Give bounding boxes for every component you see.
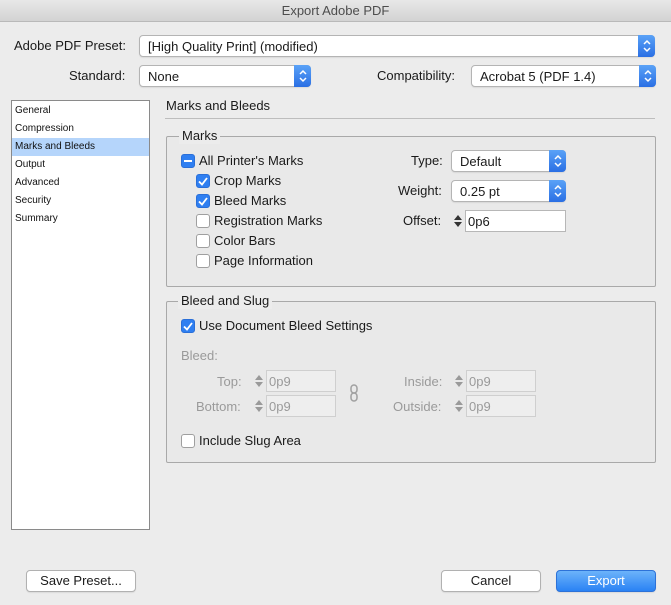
registration-marks-label: Registration Marks xyxy=(214,213,323,228)
use-document-bleed-checkbox[interactable] xyxy=(181,319,195,333)
chevron-updown-icon xyxy=(549,180,566,202)
offset-label: Offset: xyxy=(403,213,442,228)
bottom-label: Bottom: xyxy=(196,399,241,414)
bottom-value: 0p9 xyxy=(269,399,291,414)
standard-value: None xyxy=(148,69,180,84)
type-value: Default xyxy=(460,154,502,169)
crop-marks-checkbox[interactable] xyxy=(196,174,210,188)
chevron-updown-icon xyxy=(638,35,655,57)
sidebar: General Compression Marks and Bleeds Out… xyxy=(11,100,150,530)
chevron-updown-icon xyxy=(549,150,566,172)
include-slug-checkbox[interactable] xyxy=(181,434,195,448)
weight-value: 0.25 pt xyxy=(460,184,500,199)
preset-select[interactable]: [High Quality Print] (modified) xyxy=(139,35,655,57)
offset-field[interactable]: 0p6 xyxy=(465,210,566,232)
outside-value: 0p9 xyxy=(469,399,491,414)
all-printers-marks-label: All Printer's Marks xyxy=(199,153,304,168)
inside-label: Inside: xyxy=(404,374,443,389)
bottom-stepper[interactable] xyxy=(253,396,265,416)
top-label: Top: xyxy=(217,374,242,389)
standard-label: Standard: xyxy=(69,68,126,83)
sidebar-item-advanced[interactable]: Advanced xyxy=(12,174,149,192)
all-printers-marks-checkbox[interactable] xyxy=(181,154,195,168)
use-document-bleed-label: Use Document Bleed Settings xyxy=(199,318,373,333)
outside-field[interactable]: 0p9 xyxy=(466,395,536,417)
top-value: 0p9 xyxy=(269,374,291,389)
type-label: Type: xyxy=(411,153,443,168)
compatibility-select[interactable]: Acrobat 5 (PDF 1.4) xyxy=(471,65,656,87)
sidebar-item-summary[interactable]: Summary xyxy=(12,210,149,228)
inside-field[interactable]: 0p9 xyxy=(466,370,536,392)
registration-marks-checkbox[interactable] xyxy=(196,214,210,228)
standard-select[interactable]: None xyxy=(139,65,311,87)
chevron-updown-icon xyxy=(294,65,311,87)
bleed-label: Bleed: xyxy=(181,348,218,363)
inside-value: 0p9 xyxy=(469,374,491,389)
export-button[interactable]: Export xyxy=(556,570,656,592)
panel-title: Marks and Bleeds xyxy=(166,98,271,113)
save-preset-button[interactable]: Save Preset... xyxy=(26,570,136,592)
sidebar-item-security[interactable]: Security xyxy=(12,192,149,210)
outside-stepper[interactable] xyxy=(453,396,465,416)
sidebar-item-marks-and-bleeds[interactable]: Marks and Bleeds xyxy=(12,138,149,156)
crop-marks-label: Crop Marks xyxy=(214,173,282,188)
offset-stepper[interactable] xyxy=(452,211,464,231)
compatibility-label: Compatibility: xyxy=(377,68,456,83)
weight-label: Weight: xyxy=(398,183,442,198)
sidebar-item-output[interactable]: Output xyxy=(12,156,149,174)
sidebar-item-compression[interactable]: Compression xyxy=(12,120,149,138)
bleed-slug-group-title: Bleed and Slug xyxy=(178,293,273,309)
preset-value: [High Quality Print] (modified) xyxy=(148,39,318,54)
cancel-button[interactable]: Cancel xyxy=(441,570,541,592)
top-stepper[interactable] xyxy=(253,371,265,391)
inside-stepper[interactable] xyxy=(453,371,465,391)
chevron-updown-icon xyxy=(639,65,656,87)
offset-value: 0p6 xyxy=(468,214,490,229)
compatibility-value: Acrobat 5 (PDF 1.4) xyxy=(480,69,596,84)
include-slug-label: Include Slug Area xyxy=(199,433,301,448)
panel-divider xyxy=(165,118,655,119)
bottom-field[interactable]: 0p9 xyxy=(266,395,336,417)
preset-label: Adobe PDF Preset: xyxy=(14,38,126,53)
top-field[interactable]: 0p9 xyxy=(266,370,336,392)
weight-select[interactable]: 0.25 pt xyxy=(451,180,566,202)
chain-link-icon[interactable] xyxy=(349,384,359,402)
outside-label: Outside: xyxy=(393,399,442,414)
sidebar-item-general[interactable]: General xyxy=(12,102,149,120)
bleed-marks-label: Bleed Marks xyxy=(214,193,287,208)
page-information-checkbox[interactable] xyxy=(196,254,210,268)
page-information-label: Page Information xyxy=(214,253,314,268)
bleed-marks-checkbox[interactable] xyxy=(196,194,210,208)
marks-group-title: Marks xyxy=(179,128,221,144)
window-title: Export Adobe PDF xyxy=(0,0,671,22)
color-bars-checkbox[interactable] xyxy=(196,234,210,248)
color-bars-label: Color Bars xyxy=(214,233,276,248)
type-select[interactable]: Default xyxy=(451,150,566,172)
